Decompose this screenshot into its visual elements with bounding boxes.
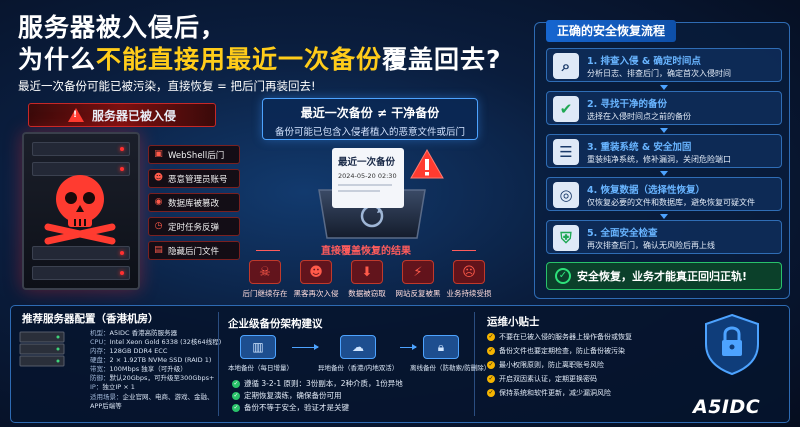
arch-bullet: ✓ 遵循 3-2-1 原则：3份副本，2种介质，1份异地	[232, 379, 403, 388]
result-item: ⚡ 网站反复被黑	[393, 260, 443, 299]
arch-arrow	[292, 344, 319, 350]
flow-step: ⛨ 5. 全面安全检查 再次排查后门，确认无风险后再上线	[546, 220, 782, 254]
hacked-banner: ! 服务器已被入侵	[28, 103, 216, 127]
result-item: ⬇ 数据被窃取	[342, 260, 392, 299]
warning-icon: !	[67, 108, 84, 122]
brand-logo: A5IDC	[693, 396, 761, 418]
lock-icon: 🔒︎	[423, 335, 459, 359]
shield-icon: ⛨	[553, 225, 579, 251]
page-subtitle: 最近一次备份可能已被污染，直接恢复 = 把后门再装回去!	[18, 79, 316, 93]
result-item: ☠ 后门继续存在	[240, 260, 290, 299]
check-icon: ✓	[232, 391, 240, 400]
sad-face-icon: ☹	[453, 260, 485, 284]
tip-item: ✓ 最小权限原则，防止离职账号风险	[487, 361, 604, 369]
final-result-banner: ✓ 安全恢复，业务才能真正回归正轨!	[546, 262, 782, 290]
page-title-line2: 为什么不能直接用最近一次备份覆盖回去?	[18, 40, 502, 76]
title-highlight: 不能直接用最近一次备份	[96, 45, 383, 74]
title-prefix: 为什么	[18, 45, 97, 74]
flow-step: ☰ 3. 重装系统 & 安全加固 重装纯净系统，修补漏洞，关闭危险端口	[546, 134, 782, 168]
latest-backup-document: 最近一次备份 2024-05-20 02:30	[332, 148, 404, 208]
tip-item: ✓ 不要在已被入侵的服务器上操作备份或恢复	[487, 333, 632, 341]
doc-title: 最近一次备份	[338, 157, 396, 168]
cloud-icon: ☁	[340, 335, 376, 359]
user-icon: ☻	[153, 173, 164, 183]
doc-date: 2024-05-20 02:30	[338, 172, 397, 180]
flow-arrow	[660, 85, 668, 90]
shield-lock-icon	[705, 313, 759, 376]
terminal-icon: ▣	[154, 149, 163, 159]
flow-step: ✔ 2. 寻找干净的备份 选择在入侵时间点之前的备份	[546, 91, 782, 125]
check-icon: ✓	[487, 361, 495, 369]
lightning-icon: ⚡	[402, 260, 434, 284]
arch-bullet: ✓ 备份不等于安全，验证才是关键	[232, 403, 349, 412]
threat-item: ◉ 数据库被篡改	[148, 193, 240, 212]
check-icon: ✓	[232, 403, 240, 412]
tips-title: 运维小贴士	[487, 316, 540, 328]
divider	[218, 312, 219, 416]
page-title-line1: 服务器被入侵后，	[18, 13, 227, 42]
clock-icon: ◷	[154, 221, 163, 231]
spec-row: IP：独立IP × 1	[90, 383, 135, 391]
arch-bullet: ✓ 定期恢复演练，确保备份可用	[232, 391, 342, 400]
title-suffix: 覆盖回去?	[382, 45, 502, 74]
backup-warning-title: 最近一次备份 ≠ 干净备份	[300, 106, 440, 120]
threat-item: ☻ 恶意管理员账号	[148, 169, 240, 188]
check-icon: ✓	[487, 333, 495, 341]
skull-icon: ☠	[249, 260, 281, 284]
arch-node: ▥ 本地备份（每日增量）	[228, 335, 293, 372]
result-title: 直接覆盖恢复的结果	[256, 242, 476, 258]
check-icon: ✓	[487, 375, 495, 383]
hacked-banner-label: 服务器已被入侵	[91, 108, 176, 123]
flow-step: ◎ 4. 恢复数据（选择性恢复） 仅恢复必要的文件和数据库，避免恢复可疑文件	[546, 177, 782, 211]
check-circle-icon: ✓	[555, 268, 571, 284]
server-icon: ▥	[240, 335, 276, 359]
check-icon: ✓	[487, 347, 495, 355]
threat-item: ▤ 隐藏后门文件	[148, 241, 240, 260]
download-icon: ⬇	[351, 260, 383, 284]
result-item: ☻ 黑客再次入侵	[291, 260, 341, 299]
flow-arrow	[660, 128, 668, 133]
server-hardware-icon	[19, 331, 65, 367]
database-icon: ◉	[154, 197, 163, 207]
hacker-icon: ☻	[300, 260, 332, 284]
result-item: ☹ 业务持续受损	[444, 260, 494, 299]
tip-item: ✓ 备份文件也要定期检查，防止备份被污染	[487, 347, 625, 355]
flow-step: ⌕ 1. 排查入侵 & 确定时间点 分析日志、排查后门，确定首次入侵时间	[546, 48, 782, 82]
check-icon: ✓	[232, 379, 240, 388]
spec-row: APP后端等	[90, 402, 122, 410]
flow-arrow	[660, 171, 668, 176]
magnifier-icon: ⌕	[553, 53, 579, 79]
arch-node: 🔒︎ 离线备份（防勒索/防删除）	[410, 335, 490, 372]
threat-item: ▣ WebShell后门	[148, 145, 240, 164]
recovery-flow-title: 正确的安全恢复流程	[546, 20, 676, 42]
alert-triangle-icon	[410, 148, 444, 179]
backup-warning-box: 最近一次备份 ≠ 干净备份 备份可能已包含入侵者植入的恶意文件或后门	[262, 98, 478, 140]
database-icon: ◎	[553, 182, 579, 208]
skull-icon	[44, 175, 116, 245]
config-title: 推荐服务器配置（香港机房）	[22, 313, 159, 325]
shield-check-icon: ✔	[553, 96, 579, 122]
arch-node: ☁ 异地备份（香港/内地双活）	[318, 335, 398, 372]
threat-item: ◷ 定时任务反弹	[148, 217, 240, 236]
result-list: ☠ 后门继续存在 ☻ 黑客再次入侵 ⬇ 数据被窃取 ⚡ 网站反复被黑 ☹ 业务持续受损	[240, 260, 494, 304]
tip-item: ✓ 开启双因素认证，定期更换密码	[487, 375, 597, 383]
file-icon: ▤	[154, 245, 163, 255]
final-result-label: 安全恢复，业务才能真正回归正轨!	[577, 270, 748, 283]
arch-title: 企业级备份架构建议	[228, 318, 323, 330]
server-icon: ☰	[553, 139, 579, 165]
check-icon: ✓	[487, 389, 495, 397]
tip-item: ✓ 保持系统和软件更新，减少漏洞风险	[487, 389, 611, 397]
backup-warning-desc: 备份可能已包含入侵者植入的恶意文件或后门	[274, 127, 465, 138]
flow-arrow	[660, 214, 668, 219]
